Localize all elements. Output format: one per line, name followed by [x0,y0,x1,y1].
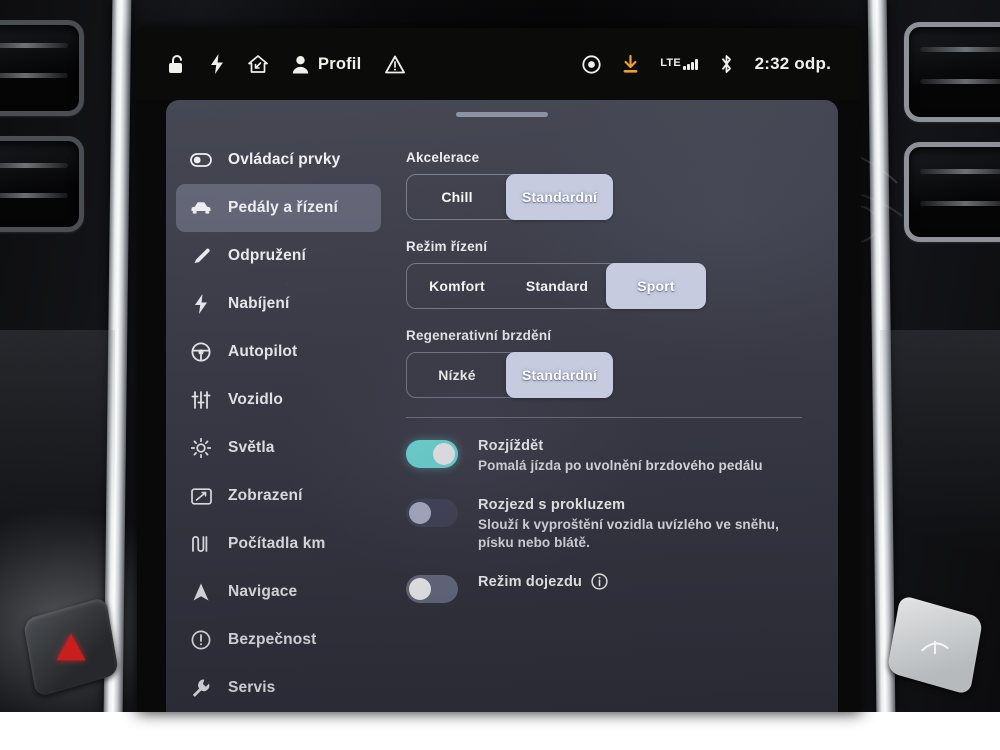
defroster-icon [921,640,949,655]
photo-bottom-margin [0,712,1000,750]
wrench-icon [190,678,212,698]
air-vent-lower-left [0,136,84,232]
sidebar-item-safety[interactable]: Bezpečnost [176,616,381,664]
sidebar-item-label: Bezpečnost [228,631,317,648]
group-title: Akcelerace [406,150,480,165]
sidebar-item-service[interactable]: Servis [176,664,381,712]
toggle-knob [433,443,455,465]
screenshot-root: Profil LTE 2:32 odp. Ovládací prvky Pedá… [0,0,1000,750]
suspension-icon [190,246,212,266]
navigation-arrow-icon [190,582,212,602]
steering-mode-segmented-control: Komfort Standard Sport [406,263,706,309]
sidebar-item-navigation[interactable]: Navigace [176,568,381,616]
alert-circle-icon [190,630,212,650]
home-arrow-icon[interactable] [248,54,268,74]
sidebar-item-label: Navigace [228,583,298,600]
range-mode-toggle[interactable] [406,575,458,604]
car-icon [190,201,212,215]
bolt-icon [190,294,212,314]
info-icon[interactable] [591,573,608,591]
sidebar-item-autopilot[interactable]: Autopilot [176,328,381,376]
sidebar-item-label: Servis [228,679,276,696]
odometer-icon [190,535,212,553]
acceleration-segmented-control: Chill Standardní [406,174,614,220]
segment-option-standard[interactable]: Standardní [506,174,614,220]
group-title: Regenerativní brzdění [406,328,552,343]
segment-option-standard[interactable]: Standard [507,264,607,308]
sidebar-item-label: Světla [228,439,275,456]
segment-option-comfort[interactable]: Komfort [407,264,507,308]
toggle-label: Rozjíždět [478,438,544,454]
toggle-knob [409,578,431,601]
setting-group-regenerative-braking: Regenerativní brzdění Nízké Standardní [406,328,796,398]
segment-option-sport[interactable]: Sport [606,263,706,309]
air-vent-upper-right [904,22,1000,122]
display-icon [190,487,212,505]
profile-button[interactable]: Profil [292,55,361,74]
sidebar-item-label: Nabíjení [228,295,290,312]
toggle-label-row: Režim dojezdu [478,573,608,591]
center-touchscreen: Profil LTE 2:32 odp. Ovládací prvky Pedá… [137,28,861,712]
sidebar-item-label: Vozidlo [228,391,284,408]
sun-icon [190,438,212,458]
sidebar-item-label: Zobrazení [228,487,303,504]
sidebar-item-label: Počítadla km [228,535,326,552]
toggle-description: Slouží k vyproštění vozidla uvízlého ve … [478,516,779,550]
download-icon[interactable] [622,54,639,74]
toggle-label: Rozjezd s prokluzem [478,496,626,513]
toggle-description: Pomalá jízda po uvolnění brzdového pedál… [478,458,763,473]
sidebar-item-display[interactable]: Zobrazení [176,472,381,520]
setting-group-acceleration: Akcelerace Chill Standardní [406,150,796,220]
steering-wheel-icon [190,342,212,362]
sidebar-item-pedals-steering[interactable]: Pedály a řízení [176,184,381,232]
bolt-icon[interactable] [210,54,224,74]
clock-label: 2:32 odp. [754,54,831,73]
segment-option-standard[interactable]: Standardní [506,352,614,398]
settings-sidebar: Ovládací prvky Pedály a řízení Odpružení… [166,128,391,712]
sidebar-item-label: Ovládací prvky [228,151,341,168]
sidebar-item-suspension[interactable]: Odpružení [176,232,381,280]
hazard-triangle-icon [56,633,86,661]
sliders-icon [190,391,212,409]
sidebar-item-label: Pedály a řízení [228,199,338,216]
toggle-label: Režim dojezdu [478,573,583,590]
setting-group-steering-mode: Režim řízení Komfort Standard Sport [406,239,796,309]
sidebar-item-charging[interactable]: Nabíjení [176,280,381,328]
sidebar-item-odometer[interactable]: Počítadla km [176,520,381,568]
sidebar-item-lights[interactable]: Světla [176,424,381,472]
person-icon [292,55,309,74]
toggle-row-creep: Rozjíždět Pomalá jízda po uvolnění brzdo… [406,438,796,475]
status-bar: Profil LTE 2:32 odp. [137,28,861,100]
toggle-knob [409,501,431,524]
panel-drag-handle[interactable] [456,112,548,117]
profile-label: Profil [318,54,362,73]
sidebar-item-controls[interactable]: Ovládací prvky [176,136,381,184]
section-divider [406,417,802,418]
cellular-signal-indicator: LTE [660,57,698,70]
sidebar-item-label: Autopilot [228,343,298,360]
network-type-label: LTE [660,57,682,69]
sidebar-item-label: Odpružení [228,247,306,264]
warning-triangle-icon[interactable] [385,55,406,74]
sidebar-item-vehicle[interactable]: Vozidlo [176,376,381,424]
unlocked-padlock-icon[interactable] [167,54,186,74]
air-vent-lower-right [904,142,1000,242]
toggle-row-slip-start: Rozjezd s prokluzem Slouží k vyproštění … [406,497,796,552]
slip-start-toggle[interactable] [406,498,458,527]
segment-option-low[interactable]: Nízké [407,353,507,397]
signal-bars-icon [683,58,698,70]
circle-target-icon[interactable] [582,54,601,74]
settings-panel: Ovládací prvky Pedály a řízení Odpružení… [166,100,838,712]
settings-content: Akcelerace Chill Standardní Režim řízení… [406,128,820,712]
creep-toggle[interactable] [406,440,458,468]
bluetooth-icon[interactable] [719,54,734,74]
air-vent-upper-left [0,20,84,116]
group-title: Režim řízení [406,239,488,254]
toggle-row-range-mode: Režim dojezdu [406,573,796,604]
segment-option-chill[interactable]: Chill [407,175,507,219]
toggle-icon [190,153,212,167]
regen-braking-segmented-control: Nízké Standardní [406,352,614,398]
